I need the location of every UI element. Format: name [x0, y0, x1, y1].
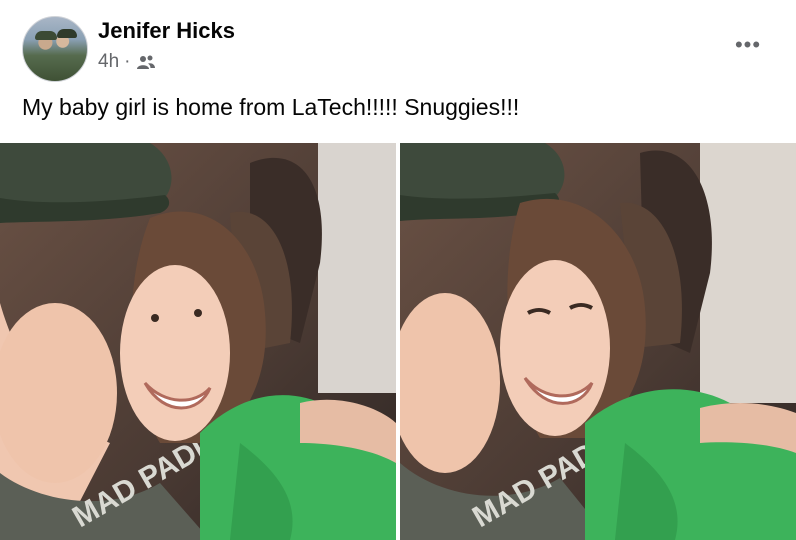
post-photo-2[interactable]: MAD PADD [400, 143, 796, 540]
meta-separator: · [124, 51, 131, 72]
post-caption: My baby girl is home from LaTech!!!!! Sn… [22, 94, 520, 120]
post-header: Jenifer Hicks 4h · ••• [0, 0, 796, 85]
post-timestamp[interactable]: 4h [98, 51, 119, 73]
photo-grid: MAD PADD MAD PADD [0, 143, 796, 540]
photo-1-image: MAD PADD [0, 143, 396, 540]
post-photo-1[interactable]: MAD PADD [0, 143, 396, 540]
photo-2-image: MAD PADD [400, 143, 796, 540]
author-name[interactable]: Jenifer Hicks [98, 18, 235, 44]
author-avatar[interactable] [22, 16, 88, 82]
friends-icon[interactable] [136, 54, 156, 70]
post-meta: 4h · [98, 51, 156, 73]
more-options-icon[interactable]: ••• [730, 30, 766, 60]
